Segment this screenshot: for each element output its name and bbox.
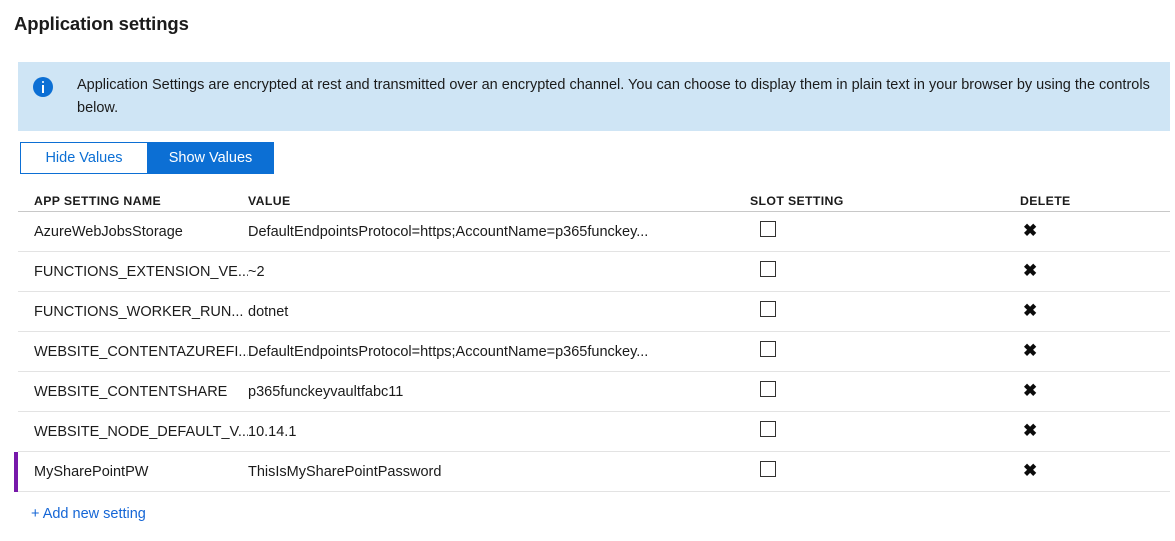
delete-icon[interactable]: ✖ [1023, 382, 1037, 399]
slot-setting-cell [750, 421, 1020, 442]
delete-icon[interactable]: ✖ [1023, 342, 1037, 359]
app-settings-table: APP SETTING NAME VALUE SLOT SETTING DELE… [14, 190, 1170, 492]
slot-setting-checkbox[interactable] [760, 421, 776, 437]
table-row[interactable]: WEBSITE_CONTENTSHARE p365funckeyvaultfabc… [18, 372, 1170, 412]
setting-value-cell: ThisIsMySharePointPassword [248, 463, 442, 480]
delete-icon[interactable]: ✖ [1023, 222, 1037, 239]
setting-value-cell: DefaultEndpointsProtocol=https;AccountNa… [248, 343, 649, 360]
column-header-slot-setting: SLOT SETTING [750, 193, 844, 208]
slot-setting-cell [750, 221, 1020, 242]
slot-setting-cell [750, 301, 1020, 322]
delete-icon[interactable]: ✖ [1023, 422, 1037, 439]
slot-setting-cell [750, 461, 1020, 482]
setting-value-cell: dotnet [248, 303, 289, 320]
table-header-row: APP SETTING NAME VALUE SLOT SETTING DELE… [18, 190, 1170, 212]
values-visibility-toggle-group: Hide Values Show Values [20, 142, 274, 174]
setting-value-cell: 10.14.1 [248, 423, 297, 440]
delete-cell: ✖ [1020, 342, 1170, 361]
table-row[interactable]: AzureWebJobsStorage DefaultEndpointsProto… [18, 212, 1170, 252]
delete-cell: ✖ [1020, 262, 1170, 281]
delete-icon[interactable]: ✖ [1023, 262, 1037, 279]
slot-setting-cell [750, 261, 1020, 282]
slot-setting-checkbox[interactable] [760, 341, 776, 357]
setting-name-cell: WEBSITE_NODE_DEFAULT_V... [34, 423, 248, 440]
delete-icon[interactable]: ✖ [1023, 462, 1037, 479]
table-row[interactable]: MySharePointPW ThisIsMySharePointPassword… [14, 452, 1170, 492]
delete-cell: ✖ [1020, 382, 1170, 401]
table-row[interactable]: FUNCTIONS_EXTENSION_VE... ~2 ✖ [18, 252, 1170, 292]
delete-cell: ✖ [1020, 422, 1170, 441]
slot-setting-checkbox[interactable] [760, 261, 776, 277]
info-banner: Application Settings are encrypted at re… [18, 62, 1170, 131]
add-new-setting-link[interactable]: + Add new setting [31, 506, 146, 522]
delete-cell: ✖ [1020, 462, 1170, 481]
delete-cell: ✖ [1020, 222, 1170, 241]
setting-value-cell: DefaultEndpointsProtocol=https;AccountNa… [248, 223, 649, 240]
setting-name-cell: MySharePointPW [34, 463, 149, 480]
slot-setting-checkbox[interactable] [760, 301, 776, 317]
setting-name-cell: WEBSITE_CONTENTSHARE [34, 383, 228, 400]
column-header-app-setting-name: APP SETTING NAME [34, 193, 161, 208]
setting-name-cell: WEBSITE_CONTENTAZUREFI... [34, 343, 248, 360]
delete-cell: ✖ [1020, 302, 1170, 321]
setting-name-cell: AzureWebJobsStorage [34, 223, 183, 240]
slot-setting-cell [750, 381, 1020, 402]
table-row[interactable]: FUNCTIONS_WORKER_RUN... dotnet ✖ [18, 292, 1170, 332]
slot-setting-checkbox[interactable] [760, 461, 776, 477]
slot-setting-checkbox[interactable] [760, 381, 776, 397]
slot-setting-cell [750, 341, 1020, 362]
show-values-button[interactable]: Show Values [147, 142, 274, 174]
hide-values-button[interactable]: Hide Values [20, 142, 147, 174]
table-body: AzureWebJobsStorage DefaultEndpointsProto… [14, 212, 1170, 492]
column-header-value: VALUE [248, 193, 291, 208]
page-title: Application settings [14, 13, 189, 34]
setting-value-cell: ~2 [248, 263, 265, 280]
delete-icon[interactable]: ✖ [1023, 302, 1037, 319]
setting-name-cell: FUNCTIONS_WORKER_RUN... [34, 303, 244, 320]
slot-setting-checkbox[interactable] [760, 221, 776, 237]
table-row[interactable]: WEBSITE_NODE_DEFAULT_V... 10.14.1 ✖ [18, 412, 1170, 452]
setting-value-cell: p365funckeyvaultfabc11 [248, 383, 404, 400]
setting-name-cell: FUNCTIONS_EXTENSION_VE... [34, 263, 248, 280]
info-banner-message: Application Settings are encrypted at re… [77, 77, 1150, 116]
table-row[interactable]: WEBSITE_CONTENTAZUREFI... DefaultEndpoint… [18, 332, 1170, 372]
column-header-delete: DELETE [1020, 193, 1071, 208]
info-circle-icon [33, 77, 53, 97]
